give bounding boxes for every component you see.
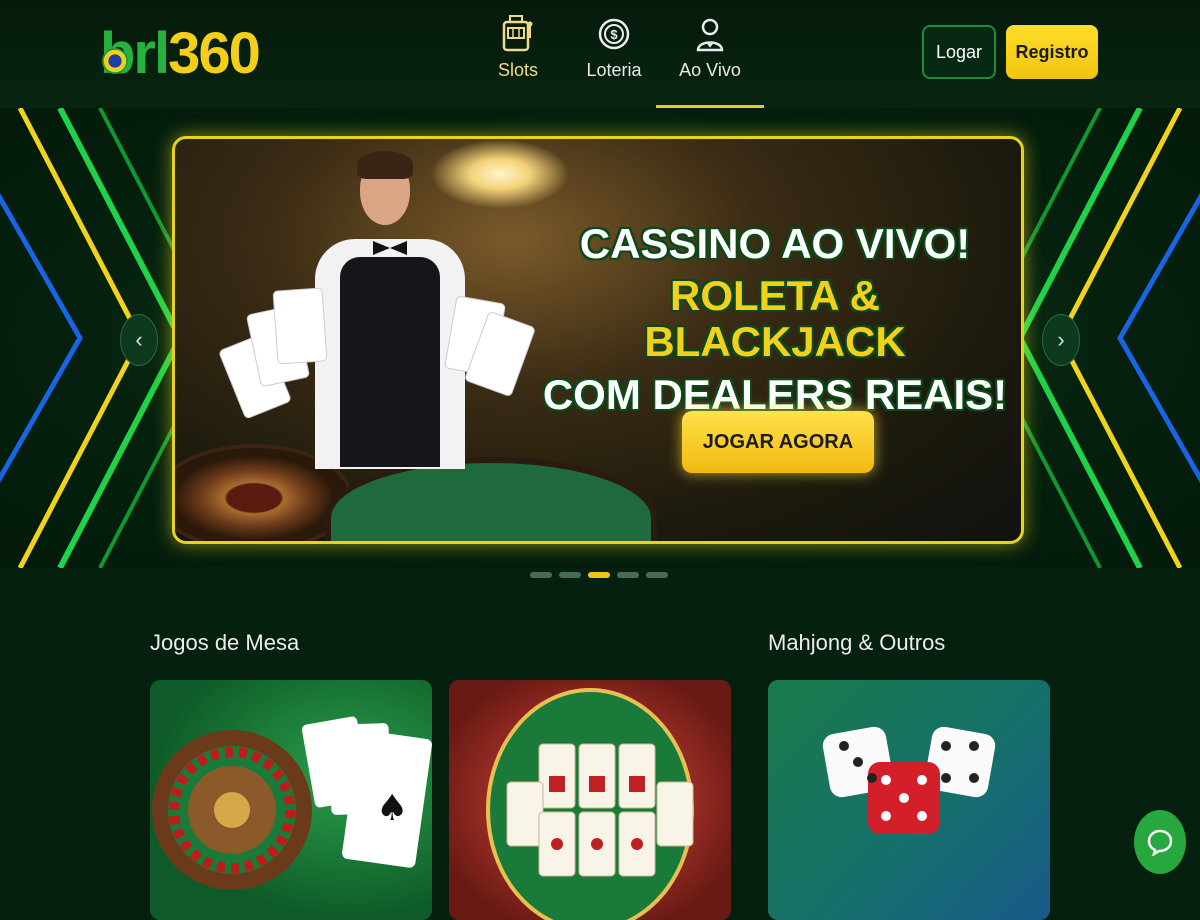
playing-card-left <box>272 287 328 365</box>
carousel-indicators <box>530 572 668 578</box>
carousel-next-button[interactable]: › <box>1042 314 1080 366</box>
nav-item-ao-vivo[interactable]: Ao Vivo <box>656 0 764 108</box>
dealer-hair <box>357 151 413 179</box>
live-chat-button[interactable] <box>1134 810 1186 874</box>
hero-carousel: CASSINO AO VIVO! ROLETA & BLACKJACK COM … <box>0 108 1200 568</box>
nav-label-ao-vivo: Ao Vivo <box>679 60 741 80</box>
dealer-vest <box>340 257 440 467</box>
banner-line-2: ROLETA & BLACKJACK <box>644 272 906 366</box>
nav-item-loteria[interactable]: $ Loteria <box>566 0 662 108</box>
banner-headline: CASSINO AO VIVO! ROLETA & BLACKJACK COM … <box>535 220 1015 418</box>
lottery-coin-icon: $ <box>598 18 630 50</box>
dice-illustration <box>822 726 996 834</box>
mahjong-tiles-illustration <box>486 688 694 920</box>
nav-label-slots: Slots <box>497 60 539 80</box>
card-table-image <box>325 457 657 541</box>
play-now-button[interactable]: JOGAR AGORA <box>682 411 874 473</box>
nav-item-slots[interactable]: Slots <box>470 0 566 108</box>
section-title-mahjong: Mahjong & Outros <box>768 630 946 655</box>
live-dealer-icon <box>696 18 724 52</box>
game-tile-roulette-cards[interactable]: ♠ <box>150 680 432 920</box>
nav-label-loteria: Loteria <box>586 60 642 80</box>
roulette-cards-illustration: ♠ <box>152 716 432 890</box>
game-tile-dice[interactable] <box>768 680 1050 920</box>
carousel-dot-active[interactable] <box>588 572 610 578</box>
carousel-dot[interactable] <box>646 572 668 578</box>
carousel-dot[interactable] <box>617 572 639 578</box>
chevron-left-icon: ‹ <box>135 327 143 352</box>
promo-banner[interactable]: CASSINO AO VIVO! ROLETA & BLACKJACK COM … <box>172 136 1024 544</box>
logo-text-part2: 360 <box>168 21 261 86</box>
main-nav: Slots $ Loteria Ao Vivo <box>470 0 764 108</box>
svg-text:♠: ♠ <box>376 788 408 829</box>
banner-line-1: CASSINO AO VIVO! <box>579 220 971 267</box>
register-button[interactable]: Registro <box>1006 25 1098 79</box>
chandelier-light <box>430 139 570 209</box>
brazil-flag-icon <box>102 48 128 74</box>
section-title-table-games: Jogos de Mesa <box>150 630 300 655</box>
chevron-right-icon: › <box>1057 327 1065 352</box>
brand-logo[interactable]: brl360 <box>100 21 261 86</box>
svg-text:$: $ <box>610 27 618 42</box>
carousel-dot[interactable] <box>559 572 581 578</box>
top-header: brl360 Slots $ Loteria Ao Vivo Logar Reg… <box>0 0 1200 109</box>
carousel-dot[interactable] <box>530 572 552 578</box>
login-button[interactable]: Logar <box>922 25 996 79</box>
slot-machine-icon <box>502 15 533 52</box>
chat-bubble-icon <box>1147 829 1173 856</box>
game-tile-mahjong[interactable] <box>449 680 731 920</box>
carousel-prev-button[interactable]: ‹ <box>120 314 158 366</box>
